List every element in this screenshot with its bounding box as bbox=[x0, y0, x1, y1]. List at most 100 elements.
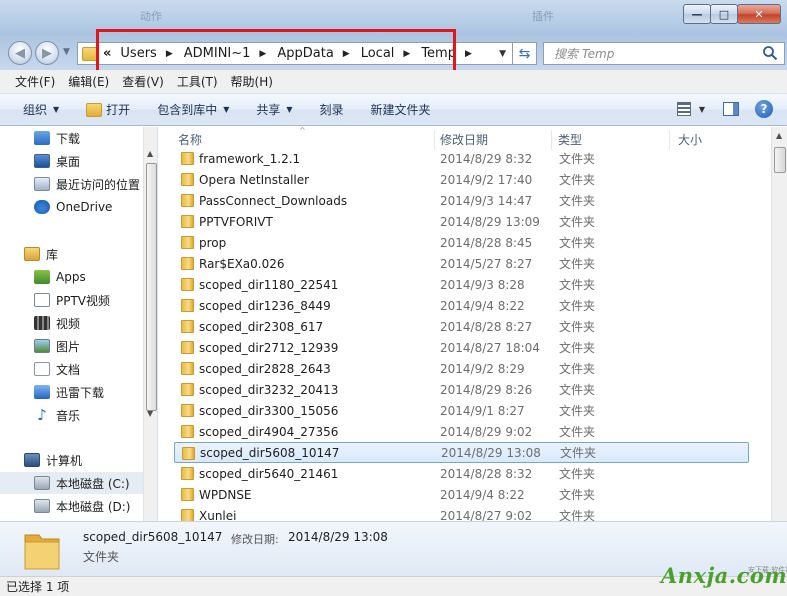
table-row[interactable]: scoped_dir5608_10147 2014/8/29 13:08 文件夹 bbox=[174, 442, 749, 463]
libraries-icon bbox=[24, 247, 40, 261]
help-icon[interactable]: ? bbox=[755, 100, 773, 118]
breadcrumb-separator-icon[interactable]: ▶ bbox=[465, 49, 472, 59]
search-icon[interactable] bbox=[762, 45, 778, 61]
table-row[interactable]: scoped_dir2712_12939 2014/8/27 18:04 文件夹 bbox=[174, 337, 749, 358]
file-name: scoped_dir3300_15056 bbox=[199, 403, 339, 418]
scroll-up-icon[interactable]: ▲ bbox=[147, 149, 153, 158]
preview-pane-icon[interactable] bbox=[723, 102, 739, 116]
new-folder-button[interactable]: 新建文件夹 bbox=[371, 101, 431, 118]
table-row[interactable]: WPDNSE 2014/9/4 8:22 文件夹 bbox=[174, 484, 749, 505]
table-row[interactable]: Rar$EXa0.026 2014/5/27 8:27 文件夹 bbox=[174, 253, 749, 274]
nav-scroll-thumb[interactable] bbox=[146, 163, 157, 411]
file-name: scoped_dir2828_2643 bbox=[199, 361, 331, 376]
file-date: 2014/8/28 8:45 bbox=[440, 235, 533, 250]
drive-d-icon bbox=[34, 499, 50, 513]
table-row[interactable]: scoped_dir1236_8449 2014/9/4 8:22 文件夹 bbox=[174, 295, 749, 316]
include-in-library-button[interactable]: 包含到库中 ▼ bbox=[157, 101, 229, 118]
nav-item-music[interactable]: ♪ 音乐 bbox=[0, 404, 143, 426]
nav-item-downloads[interactable]: 下载 bbox=[0, 127, 143, 149]
menu-edit[interactable]: 编辑(E) bbox=[68, 73, 109, 90]
recent-pages-dropdown[interactable]: ▼ bbox=[63, 47, 70, 57]
file-name: scoped_dir1180_22541 bbox=[199, 277, 339, 292]
menu-tools[interactable]: 工具(T) bbox=[177, 73, 218, 90]
table-row[interactable]: scoped_dir2828_2643 2014/9/2 8:29 文件夹 bbox=[174, 358, 749, 379]
details-modified-label: 修改日期: bbox=[231, 533, 279, 546]
table-row[interactable]: scoped_dir3300_15056 2014/9/1 8:27 文件夹 bbox=[174, 400, 749, 421]
nav-item-label: 下载 bbox=[56, 131, 81, 146]
address-history-dropdown[interactable]: ▼ bbox=[499, 49, 506, 59]
nav-item-pptv[interactable]: PPTV视频 bbox=[0, 289, 143, 311]
nav-item-label: Apps bbox=[56, 270, 86, 284]
nav-item-documents[interactable]: 文档 bbox=[0, 358, 143, 380]
back-button[interactable]: ◀ bbox=[8, 41, 32, 65]
computer-icon bbox=[24, 453, 40, 467]
table-row[interactable]: PPTVFORIVT 2014/8/29 13:09 文件夹 bbox=[174, 211, 749, 232]
view-options-dropdown[interactable]: ▼ bbox=[699, 105, 705, 114]
close-button[interactable]: ✕ bbox=[737, 4, 781, 24]
table-row[interactable]: scoped_dir4904_27356 2014/8/29 9:02 文件夹 bbox=[174, 421, 749, 442]
column-date[interactable]: 修改日期 bbox=[440, 131, 488, 148]
table-row[interactable]: Opera NetInstaller 2014/9/2 17:40 文件夹 bbox=[174, 169, 749, 190]
nav-item-pictures[interactable]: 图片 bbox=[0, 335, 143, 357]
menu-file[interactable]: 文件(F) bbox=[15, 73, 55, 90]
column-size[interactable]: 大小 bbox=[678, 131, 702, 148]
file-name: scoped_dir5608_10147 bbox=[200, 445, 340, 460]
nav-item-apps[interactable]: Apps bbox=[0, 266, 143, 288]
nav-item-drive-c[interactable]: 本地磁盘 (C:) bbox=[0, 472, 143, 494]
details-file-name: scoped_dir5608_10147 bbox=[83, 530, 223, 544]
nav-item-computer[interactable]: 计算机 bbox=[0, 449, 143, 471]
file-type: 文件夹 bbox=[559, 362, 596, 376]
forward-button[interactable]: ▶ bbox=[35, 41, 59, 65]
download-icon bbox=[34, 131, 50, 145]
column-divider[interactable] bbox=[551, 130, 552, 150]
view-details-icon[interactable] bbox=[676, 102, 691, 116]
file-list-scrollbar[interactable]: ▲ bbox=[771, 127, 787, 521]
burn-button[interactable]: 刻录 bbox=[320, 101, 344, 118]
table-row[interactable]: Xunlei 2014/8/27 9:02 文件夹 bbox=[174, 505, 749, 521]
refresh-button[interactable]: ⇆ bbox=[513, 42, 537, 65]
chevron-down-icon: ▼ bbox=[53, 105, 60, 114]
column-divider[interactable] bbox=[669, 130, 670, 150]
nav-item-label: 迅雷下载 bbox=[56, 385, 105, 400]
file-type: 文件夹 bbox=[559, 341, 596, 355]
column-name[interactable]: 名称 bbox=[178, 131, 202, 148]
nav-item-label: 图片 bbox=[56, 339, 81, 354]
nav-item-label: 库 bbox=[46, 247, 59, 262]
nav-item-xunlei[interactable]: 迅雷下载 bbox=[0, 381, 143, 403]
file-name: PPTVFORIVT bbox=[199, 214, 273, 229]
menu-view[interactable]: 查看(V) bbox=[122, 73, 164, 90]
nav-scrollbar[interactable]: ▲ ▼ bbox=[143, 127, 157, 521]
organize-button[interactable]: 组织 ▼ bbox=[23, 101, 59, 118]
nav-item-libraries[interactable]: 库 bbox=[0, 243, 143, 265]
maximize-button[interactable]: □ bbox=[710, 4, 738, 24]
table-row[interactable]: scoped_dir3232_20413 2014/8/29 8:26 文件夹 bbox=[174, 379, 749, 400]
nav-item-video[interactable]: 视频 bbox=[0, 312, 143, 334]
column-type[interactable]: 类型 bbox=[558, 131, 582, 148]
share-button[interactable]: 共享 ▼ bbox=[256, 101, 292, 118]
scroll-up-icon[interactable]: ▲ bbox=[776, 131, 782, 140]
nav-item-recent-places[interactable]: 最近访问的位置 bbox=[0, 173, 143, 195]
open-button[interactable]: 打开 bbox=[86, 101, 130, 118]
file-name: Opera NetInstaller bbox=[199, 172, 310, 187]
table-row[interactable]: PassConnect_Downloads 2014/9/3 14:47 文件夹 bbox=[174, 190, 749, 211]
nav-item-drive-d[interactable]: 本地磁盘 (D:) bbox=[0, 495, 143, 517]
ghost-title-2: 插件 bbox=[532, 10, 554, 23]
file-date: 2014/8/29 13:09 bbox=[440, 214, 540, 229]
nav-item-onedrive[interactable]: OneDrive bbox=[0, 196, 143, 218]
table-row[interactable]: scoped_dir1180_22541 2014/9/3 8:28 文件夹 bbox=[174, 274, 749, 295]
table-row[interactable]: scoped_dir5640_21461 2014/8/28 8:32 文件夹 bbox=[174, 463, 749, 484]
search-input[interactable]: 搜索 Temp bbox=[543, 42, 785, 65]
table-row[interactable]: scoped_dir2308_617 2014/8/28 8:27 文件夹 bbox=[174, 316, 749, 337]
file-list-scroll-thumb[interactable] bbox=[774, 147, 786, 173]
file-type: 文件夹 bbox=[560, 446, 597, 460]
scroll-down-icon[interactable]: ▼ bbox=[147, 409, 153, 418]
table-row[interactable]: framework_1.2.1 2014/8/29 8:32 文件夹 bbox=[174, 148, 749, 169]
folder-icon bbox=[181, 173, 194, 186]
menu-help[interactable]: 帮助(H) bbox=[231, 73, 273, 90]
table-row[interactable]: prop 2014/8/28 8:45 文件夹 bbox=[174, 232, 749, 253]
minimize-button[interactable]: — bbox=[683, 4, 711, 24]
nav-item-desktop[interactable]: 桌面 bbox=[0, 150, 143, 172]
file-date: 2014/8/29 13:08 bbox=[441, 445, 541, 460]
column-divider[interactable] bbox=[434, 130, 435, 150]
file-name: scoped_dir2712_12939 bbox=[199, 340, 339, 355]
